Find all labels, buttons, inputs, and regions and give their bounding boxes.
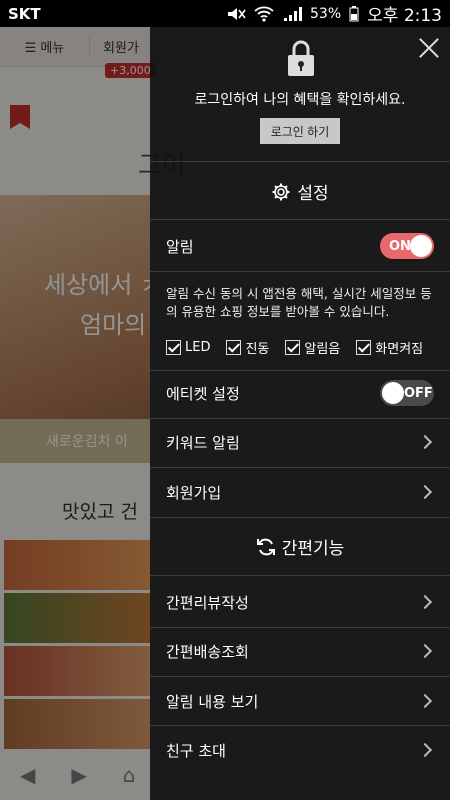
quick-item-label: 친구 초대 xyxy=(166,741,226,760)
side-drawer: 로그인하여 나의 혜택을 확인하세요. 로그인 하기 설정 알림 ON 알림 수… xyxy=(150,27,450,800)
etiquette-toggle-state: OFF xyxy=(404,385,433,401)
toggle-knob xyxy=(410,235,432,257)
divider xyxy=(150,575,450,576)
settings-header: 설정 xyxy=(150,179,450,204)
divider xyxy=(150,517,450,518)
checkbox-label: LED xyxy=(185,340,211,355)
alarm-toggle[interactable]: ON xyxy=(380,233,434,259)
gear-icon xyxy=(272,183,290,200)
clock: 오후 2:13 xyxy=(367,6,442,26)
refresh-icon xyxy=(256,538,275,555)
divider xyxy=(150,161,450,162)
quick-item-review[interactable]: 간편리뷰작성 xyxy=(166,589,434,615)
quick-features-header: 간편기능 xyxy=(150,534,450,559)
divider xyxy=(150,219,450,220)
chevron-right-icon xyxy=(417,484,433,500)
checkbox-label: 진동 xyxy=(245,342,270,357)
divider xyxy=(150,271,450,272)
checkbox-sound[interactable]: 알림음 xyxy=(285,338,340,357)
checkbox-checked-icon xyxy=(166,340,181,355)
quick-item-label: 간편배송조회 xyxy=(166,642,249,661)
divider xyxy=(150,370,450,371)
checkbox-led[interactable]: LED xyxy=(166,338,210,357)
alarm-row: 알림 ON xyxy=(166,233,434,259)
quick-item-delivery[interactable]: 간편배송조회 xyxy=(166,638,434,664)
carrier-label: SKT xyxy=(8,4,41,23)
signup-item[interactable]: 회원가입 xyxy=(166,479,434,505)
alarm-toggle-state: ON xyxy=(389,238,411,254)
keyword-alarm-item[interactable]: 키워드 알림 xyxy=(166,429,434,455)
chevron-right-icon xyxy=(417,643,433,659)
alarm-description: 알림 수신 동의 시 앱전용 해택, 실시간 세일정보 등의 유용한 쇼핑 정보… xyxy=(166,286,432,319)
login-button[interactable]: 로그인 하기 xyxy=(260,118,340,144)
mute-icon xyxy=(228,7,246,20)
chevron-right-icon xyxy=(417,742,433,758)
status-icons: 53% 오후 2:13 xyxy=(226,1,442,26)
alarm-options: LED 진동 알림음 화면켜짐 xyxy=(166,338,423,357)
login-prompt: 로그인하여 나의 혜택을 확인하세요. xyxy=(194,92,406,108)
signal-icon xyxy=(284,6,303,21)
wifi-icon xyxy=(254,6,274,22)
lock-icon xyxy=(288,40,314,76)
etiquette-toggle[interactable]: OFF xyxy=(380,380,434,406)
divider xyxy=(150,418,450,419)
etiquette-row: 에티켓 설정 OFF xyxy=(166,380,434,406)
checkbox-label: 화면켜짐 xyxy=(375,342,424,357)
divider xyxy=(150,725,450,726)
quick-features-title: 간편기능 xyxy=(281,539,345,559)
settings-title: 설정 xyxy=(297,184,329,204)
etiquette-label: 에티켓 설정 xyxy=(166,384,240,403)
checkbox-checked-icon xyxy=(285,340,301,355)
status-bar: SKT 53% 오후 2:13 xyxy=(0,0,450,27)
chevron-right-icon xyxy=(417,693,433,709)
close-icon[interactable] xyxy=(418,37,440,59)
toggle-knob xyxy=(382,382,404,404)
divider xyxy=(150,627,450,628)
checkbox-vibration[interactable]: 진동 xyxy=(226,338,269,357)
signup-label: 회원가입 xyxy=(166,483,222,502)
checkbox-label: 알림음 xyxy=(304,342,341,357)
chevron-right-icon xyxy=(417,434,433,450)
quick-item-label: 알림 내용 보기 xyxy=(166,692,259,711)
battery-percent: 53% xyxy=(310,5,342,22)
chevron-right-icon xyxy=(417,594,433,610)
battery-icon xyxy=(349,5,359,21)
quick-item-notifications[interactable]: 알림 내용 보기 xyxy=(166,688,434,714)
alarm-label: 알림 xyxy=(166,237,194,256)
keyword-alarm-label: 키워드 알림 xyxy=(166,433,240,452)
quick-item-label: 간편리뷰작성 xyxy=(166,593,249,612)
checkbox-checked-icon xyxy=(356,340,372,355)
divider xyxy=(150,467,450,468)
checkbox-screen-on[interactable]: 화면켜짐 xyxy=(356,338,423,357)
divider xyxy=(150,676,450,677)
quick-item-invite[interactable]: 친구 초대 xyxy=(166,737,434,763)
checkbox-checked-icon xyxy=(226,340,242,355)
